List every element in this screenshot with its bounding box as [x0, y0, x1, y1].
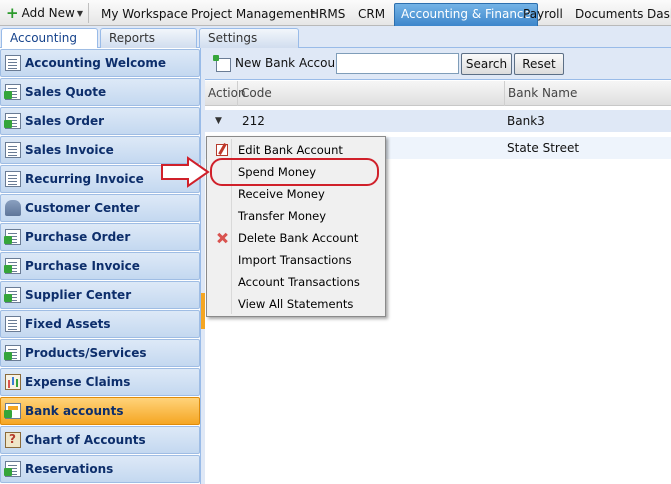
tab-reports[interactable]: Reports [100, 28, 197, 49]
menu-item-label: View All Statements [238, 297, 354, 311]
new-bank-account-button[interactable]: New Bank Account [235, 56, 347, 70]
sidebar-item-sales-quote[interactable]: Sales Quote [0, 78, 200, 106]
fixed-assets-icon [5, 316, 21, 332]
sidebar-item-label: Chart of Accounts [25, 433, 146, 447]
sidebar-item-customer-center[interactable]: Customer Center [0, 194, 200, 222]
chevron-down-icon: ▼ [76, 8, 83, 18]
table-row[interactable]: ▼ 212 Bank3 [205, 110, 671, 132]
cell-code: 212 [242, 114, 265, 128]
menu-item-label: Transfer Money [238, 209, 327, 223]
sidebar-item-label: Sales Order [25, 114, 105, 128]
nav-documents[interactable]: Documents [575, 4, 643, 24]
reset-button[interactable]: Reset [514, 53, 564, 75]
search-input[interactable] [336, 53, 459, 74]
annotation-highlight-ring [210, 158, 379, 186]
menu-item-view-all-statements[interactable]: View All Statements [209, 293, 383, 315]
cell-bank-name: Bank3 [507, 114, 545, 128]
sidebar-item-label: Purchase Order [25, 230, 131, 244]
search-button[interactable]: Search [461, 53, 512, 75]
nav-my-workspace[interactable]: My Workspace [101, 4, 188, 24]
sidebar-item-label: Supplier Center [25, 288, 132, 302]
sidebar-item-label: Expense Claims [25, 375, 131, 389]
cell-bank-name: State Street [507, 141, 580, 155]
menu-item-label: Delete Bank Account [238, 231, 359, 245]
nav-crm[interactable]: CRM [358, 4, 385, 24]
annotation-arrow-icon [161, 156, 210, 188]
column-header-bank-name[interactable]: Bank Name [505, 81, 671, 106]
sidebar-item-label: Reservations [25, 462, 114, 476]
supplier-icon [4, 287, 21, 303]
menu-item-label: Receive Money [238, 187, 325, 201]
toolbar: New Bank Account Search Reset [205, 48, 671, 80]
sidebar-item-bank-accounts[interactable]: Bank accounts [0, 397, 200, 425]
expense-chart-icon [5, 374, 21, 390]
order-icon [4, 113, 21, 129]
sidebar-item-label: Bank accounts [25, 404, 124, 418]
menu-item-label: Account Transactions [238, 275, 360, 289]
column-header-code[interactable]: Code [238, 81, 505, 106]
edit-icon [216, 144, 228, 156]
row-action-caret-icon[interactable]: ▼ [215, 110, 222, 132]
nav-hrms[interactable]: HRMS [310, 4, 345, 24]
add-new-label: Add New [21, 6, 75, 20]
chart-of-accounts-icon [5, 432, 21, 448]
sidebar-item-label: Purchase Invoice [25, 259, 140, 273]
sidebar-item-label: Recurring Invoice [25, 172, 144, 186]
menu-item-receive-money[interactable]: Receive Money [209, 183, 383, 205]
menu-item-delete-bank-account[interactable]: Delete Bank Account [209, 227, 383, 249]
delete-icon [216, 232, 228, 244]
nav-accounting-finance[interactable]: Accounting & Finance [394, 3, 538, 26]
sidebar-item-reservations[interactable]: Reservations [0, 455, 200, 483]
tab-settings[interactable]: Settings [199, 28, 299, 49]
tab-accounting[interactable]: Accounting [1, 28, 98, 50]
customer-icon [5, 200, 21, 216]
top-navigation: + Add New ▼ My Workspace Project Managem… [0, 0, 671, 26]
add-new-menu[interactable]: + Add New ▼ [6, 4, 83, 22]
sidebar-item-expense-claims[interactable]: Expense Claims [0, 368, 200, 396]
menu-item-label: Import Transactions [238, 253, 352, 267]
reservations-icon [4, 461, 21, 477]
menu-item-import-transactions[interactable]: Import Transactions [209, 249, 383, 271]
invoice-icon [5, 142, 21, 158]
purchase-invoice-icon [4, 258, 21, 274]
purchase-order-icon [4, 229, 21, 245]
sidebar-item-accounting-welcome[interactable]: Accounting Welcome [0, 49, 200, 77]
grid-header: Action Code Bank Name [205, 81, 671, 106]
sidebar-item-supplier-center[interactable]: Supplier Center [0, 281, 200, 309]
sub-tab-bar: Accounting Reports Settings [0, 26, 671, 50]
sidebar-item-products-services[interactable]: Products/Services [0, 339, 200, 367]
new-bank-account-icon[interactable] [213, 55, 231, 72]
bank-icon [4, 403, 21, 419]
sidebar-item-label: Sales Quote [25, 85, 107, 99]
nav-dashboard[interactable]: Dash [647, 4, 671, 24]
sidebar-item-sales-order[interactable]: Sales Order [0, 107, 200, 135]
quote-icon [4, 84, 21, 100]
sidebar-item-label: Sales Invoice [25, 143, 114, 157]
menu-item-account-transactions[interactable]: Account Transactions [209, 271, 383, 293]
document-icon [5, 55, 21, 71]
products-icon [4, 345, 21, 361]
nav-separator [88, 3, 89, 23]
nav-payroll[interactable]: Payroll [523, 4, 563, 24]
sidebar-item-label: Accounting Welcome [25, 56, 167, 70]
sidebar-item-purchase-invoice[interactable]: Purchase Invoice [0, 252, 200, 280]
nav-project-management[interactable]: Project Management [191, 4, 315, 24]
menu-item-transfer-money[interactable]: Transfer Money [209, 205, 383, 227]
sidebar-item-fixed-assets[interactable]: Fixed Assets [0, 310, 200, 338]
plus-icon: + [6, 3, 19, 22]
recurring-invoice-icon [5, 171, 21, 187]
sidebar: Accounting Welcome Sales Quote Sales Ord… [0, 48, 204, 484]
sidebar-item-chart-of-accounts[interactable]: Chart of Accounts [0, 426, 200, 454]
column-header-action[interactable]: Action [205, 81, 246, 106]
sidebar-item-purchase-order[interactable]: Purchase Order [0, 223, 200, 251]
sidebar-item-label: Customer Center [25, 201, 140, 215]
sidebar-item-label: Fixed Assets [25, 317, 111, 331]
sidebar-item-label: Products/Services [25, 346, 147, 360]
